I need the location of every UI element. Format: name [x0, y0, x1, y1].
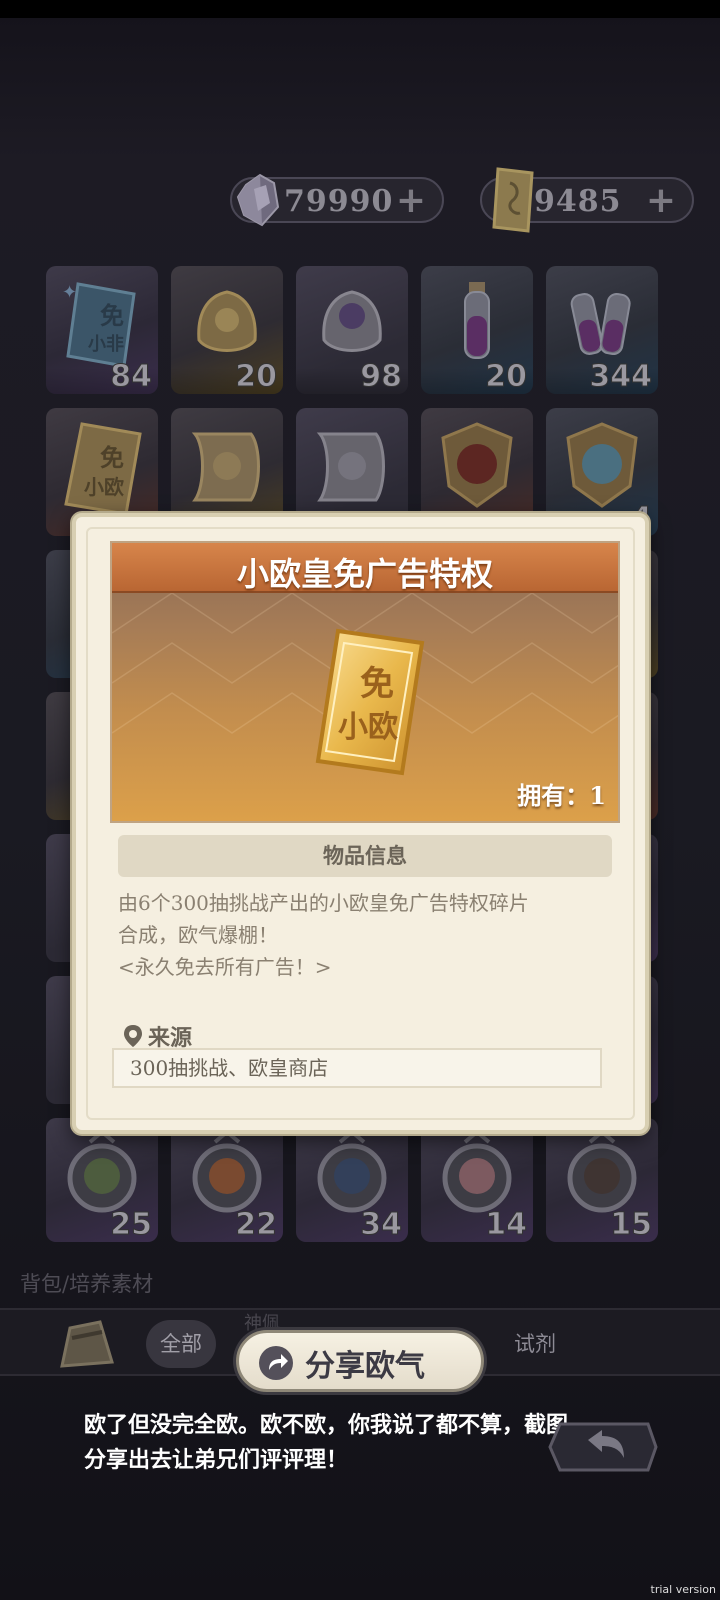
- crystal-gem-icon: [236, 173, 280, 227]
- share-arrow-icon: [259, 1346, 293, 1380]
- item-info-header: 物品信息: [118, 835, 612, 877]
- gem-currency: 79990 +: [230, 173, 444, 227]
- gem-amount: 79990: [284, 184, 394, 219]
- item-slot[interactable]: 34: [296, 1118, 408, 1242]
- item-count: 15: [610, 1207, 653, 1243]
- description-line: <永久免去所有广告！>: [118, 955, 332, 979]
- gold-scroll-icon: [191, 432, 260, 502]
- red-badge-icon: [441, 422, 513, 508]
- backpack-icon: [60, 1320, 114, 1368]
- tab-potion[interactable]: 试剂: [500, 1320, 570, 1368]
- item-slot[interactable]: 20: [171, 266, 283, 394]
- source-value: 300抽挑战、欧皇商店: [112, 1048, 602, 1088]
- status-bar: [0, 0, 720, 18]
- owned-count: 拥有：1: [517, 781, 606, 810]
- share-button[interactable]: 分享欧气: [236, 1330, 484, 1392]
- item-description: 由6个300抽挑战产出的小欧皇免广告特权碎片 合成，欧气爆棚！ <永久免去所有广…: [118, 887, 618, 983]
- item-slot[interactable]: 25: [46, 1118, 158, 1242]
- trial-watermark: trial version: [650, 1583, 716, 1596]
- breadcrumb: 背包/培养素材: [20, 1272, 154, 1296]
- item-slot[interactable]: 22: [171, 1118, 283, 1242]
- silver-shell-icon: [322, 290, 382, 352]
- blue-badge-icon: [566, 422, 638, 508]
- tab-all[interactable]: 全部: [146, 1320, 216, 1368]
- ticket-currency: 9485 +: [480, 167, 694, 233]
- item-count: 20: [235, 359, 278, 395]
- golden-shell-icon: [197, 290, 257, 352]
- item-slot[interactable]: 15: [546, 1118, 658, 1242]
- item-slot[interactable]: 免 小非 ✦ 84: [46, 266, 158, 394]
- item-count: 34: [360, 1207, 403, 1243]
- ticket-amount: 9485: [534, 184, 622, 219]
- share-button-label: 分享欧气: [305, 1349, 425, 1384]
- dialog-title: 小欧皇免广告特权: [236, 555, 493, 593]
- banner-title-bar: 小欧皇免广告特权: [112, 543, 618, 593]
- inventory-screen: 79990 + 9485 + 免 小非 ✦ 84 20 98 20 344 免 …: [0, 0, 720, 1600]
- add-gems-button[interactable]: +: [396, 180, 426, 221]
- location-pin-icon: [124, 1025, 142, 1047]
- silver-scroll-icon: [316, 432, 385, 502]
- svg-text:免: 免: [360, 664, 394, 704]
- item-count: 14: [485, 1207, 528, 1243]
- double-potion-icon: [570, 292, 631, 356]
- item-count: 98: [360, 359, 403, 395]
- blue-ticket-icon: 免 小非 ✦: [62, 282, 136, 368]
- svg-text:小非: 小非: [88, 333, 124, 355]
- svg-text:✦: ✦: [62, 282, 77, 303]
- item-slot[interactable]: 344: [546, 266, 658, 394]
- gold-ticket-icon: 免 小欧: [315, 628, 425, 776]
- description-line: 合成，欧气爆棚！: [118, 923, 278, 947]
- potion-vial-icon: [464, 282, 490, 359]
- item-slot[interactable]: 98: [296, 266, 408, 394]
- item-banner: 小欧皇免广告特权 免 小欧 拥有：1: [110, 541, 620, 823]
- item-detail-dialog: 小欧皇免广告特权 免 小欧 拥有：1 物品信息 由6个300抽挑战产出的小欧皇免…: [72, 513, 649, 1134]
- svg-text:免: 免: [100, 301, 124, 330]
- item-count: 25: [110, 1207, 153, 1243]
- item-count: 22: [235, 1207, 278, 1243]
- svg-text:小欧: 小欧: [84, 475, 124, 499]
- item-slot[interactable]: 14: [421, 1118, 533, 1242]
- svg-text:免: 免: [100, 443, 124, 472]
- item-count: 84: [110, 359, 153, 395]
- description-line: 由6个300抽挑战产出的小欧皇免广告特权碎片: [118, 891, 529, 915]
- gold-ticket-icon: [492, 167, 534, 233]
- gold-ticket-icon: 免 小欧: [64, 422, 142, 516]
- svg-text:小欧: 小欧: [338, 710, 398, 745]
- add-tickets-button[interactable]: +: [646, 180, 676, 221]
- item-count: 344: [589, 359, 653, 395]
- item-slot[interactable]: 20: [421, 266, 533, 394]
- back-arrow-icon[interactable]: [548, 1418, 658, 1476]
- item-count: 20: [485, 359, 528, 395]
